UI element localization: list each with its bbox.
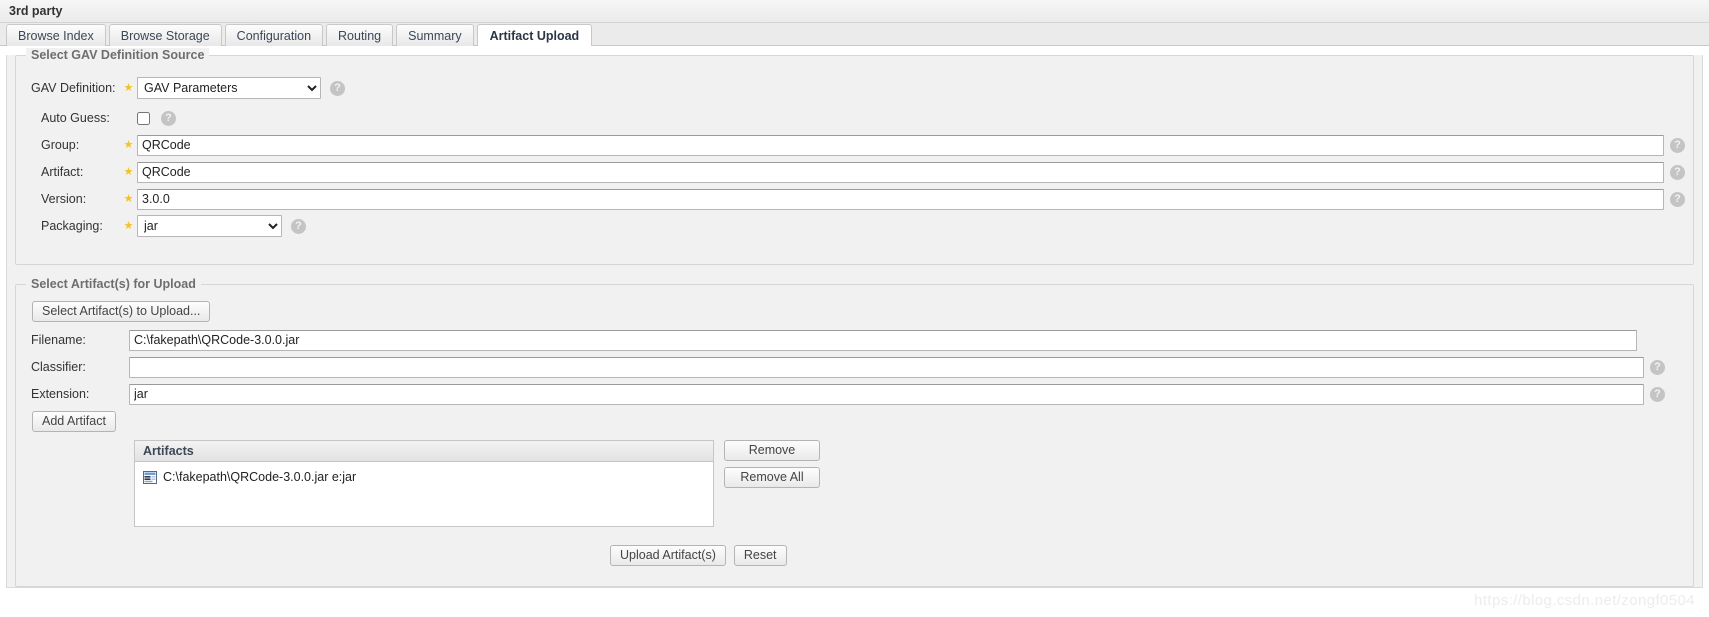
group-help-icon[interactable]: ? (1670, 137, 1685, 153)
gav-definition-help-icon[interactable]: ? (330, 80, 345, 96)
artifact-input[interactable] (137, 161, 1664, 183)
extension-row: Extension: ? (24, 382, 1685, 406)
group-row: Group: ★ ? (24, 133, 1685, 157)
classifier-row: Classifier: ? (24, 355, 1685, 379)
tab-artifact-upload[interactable]: Artifact Upload (476, 24, 593, 46)
tab-routing[interactable]: Routing (326, 24, 394, 46)
version-required-marker: ★ (123, 192, 134, 205)
auto-guess-label: Auto Guess: (41, 111, 110, 125)
version-label: Version: (41, 192, 87, 206)
packaging-select[interactable]: jar (137, 215, 282, 237)
page-title: 3rd party (9, 4, 63, 18)
select-artifacts-fieldset: Select Artifact(s) for Upload Select Art… (15, 277, 1694, 587)
gav-definition-select[interactable]: GAV Parameters (137, 77, 321, 99)
select-artifacts-to-upload-button[interactable]: Select Artifact(s) to Upload... (32, 301, 211, 322)
packaging-help-icon[interactable]: ? (291, 218, 306, 234)
upload-form-panel: Select GAV Definition Source GAV Definit… (6, 48, 1703, 588)
list-item[interactable]: C:\fakepath\QRCode-3.0.0.jar e:jar (135, 468, 713, 486)
reset-button[interactable]: Reset (733, 545, 787, 566)
list-item-label: C:\fakepath\QRCode-3.0.0.jar e:jar (163, 470, 357, 484)
select-artifacts-button-row: Select Artifact(s) to Upload... (32, 301, 1685, 322)
artifact-list-actions: Remove Remove All (724, 440, 820, 488)
auto-guess-spacer: ★ (120, 113, 137, 124)
group-input[interactable] (137, 134, 1664, 156)
classifier-help-icon[interactable]: ? (1650, 359, 1665, 375)
classifier-label: Classifier: (31, 360, 86, 374)
tab-bar: Browse Index Browse Storage Configuratio… (0, 23, 1709, 46)
remove-all-button[interactable]: Remove All (724, 467, 820, 488)
filename-label: Filename: (31, 333, 86, 347)
classifier-input[interactable] (129, 356, 1644, 378)
packaging-required-marker: ★ (123, 219, 134, 232)
artifact-label: Artifact: (41, 165, 84, 179)
extension-input[interactable] (129, 383, 1644, 405)
artifacts-list-body[interactable]: C:\fakepath\QRCode-3.0.0.jar e:jar (135, 462, 713, 526)
group-required-marker: ★ (123, 138, 134, 151)
artifacts-fieldset-legend: Select Artifact(s) for Upload (26, 277, 201, 291)
version-row: Version: ★ ? (24, 187, 1685, 211)
tab-panel-artifact-upload: Select GAV Definition Source GAV Definit… (0, 48, 1709, 588)
add-artifact-button[interactable]: Add Artifact (32, 411, 116, 432)
tab-browse-index[interactable]: Browse Index (6, 24, 106, 46)
gav-definition-required-marker: ★ (123, 81, 134, 94)
gav-definition-fieldset: Select GAV Definition Source GAV Definit… (15, 48, 1694, 265)
tab-browse-storage[interactable]: Browse Storage (108, 24, 222, 46)
tab-configuration[interactable]: Configuration (224, 24, 324, 46)
extension-label: Extension: (31, 387, 90, 401)
artifacts-list-panel[interactable]: Artifacts C:\fakepath\QRCode-3.0.0.jar e… (134, 440, 714, 527)
watermark: https://blog.csdn.net/zongf0504 (1474, 592, 1695, 609)
add-artifact-row: Add Artifact (32, 411, 1685, 432)
upload-actions: Upload Artifact(s) Reset (610, 545, 1685, 566)
tab-summary[interactable]: Summary (396, 24, 474, 46)
gav-definition-label: GAV Definition: (31, 81, 116, 95)
extension-help-icon[interactable]: ? (1650, 386, 1665, 402)
artifacts-list-header: Artifacts (135, 441, 713, 462)
page-header: 3rd party (0, 0, 1709, 23)
artifact-help-icon[interactable]: ? (1670, 164, 1685, 180)
remove-button[interactable]: Remove (724, 440, 820, 461)
artifacts-list-region: Artifacts C:\fakepath\QRCode-3.0.0.jar e… (134, 440, 1685, 527)
artifact-file-icon (143, 470, 157, 484)
version-help-icon[interactable]: ? (1670, 191, 1685, 207)
auto-guess-row: Auto Guess: ★ ? (24, 106, 1685, 130)
auto-guess-checkbox[interactable] (137, 111, 150, 125)
artifact-row: Artifact: ★ ? (24, 160, 1685, 184)
packaging-label: Packaging: (41, 219, 103, 233)
packaging-row: Packaging: ★ jar ? (24, 214, 1685, 238)
auto-guess-help-icon[interactable]: ? (161, 110, 176, 126)
filename-input[interactable] (129, 329, 1637, 351)
version-input[interactable] (137, 188, 1664, 210)
filename-row: Filename: (24, 328, 1685, 352)
artifact-required-marker: ★ (123, 165, 134, 178)
group-label: Group: (41, 138, 80, 152)
gav-fieldset-legend: Select GAV Definition Source (26, 48, 210, 62)
gav-definition-row: GAV Definition: ★ GAV Parameters ? (24, 74, 1685, 102)
upload-artifacts-button[interactable]: Upload Artifact(s) (610, 545, 726, 566)
